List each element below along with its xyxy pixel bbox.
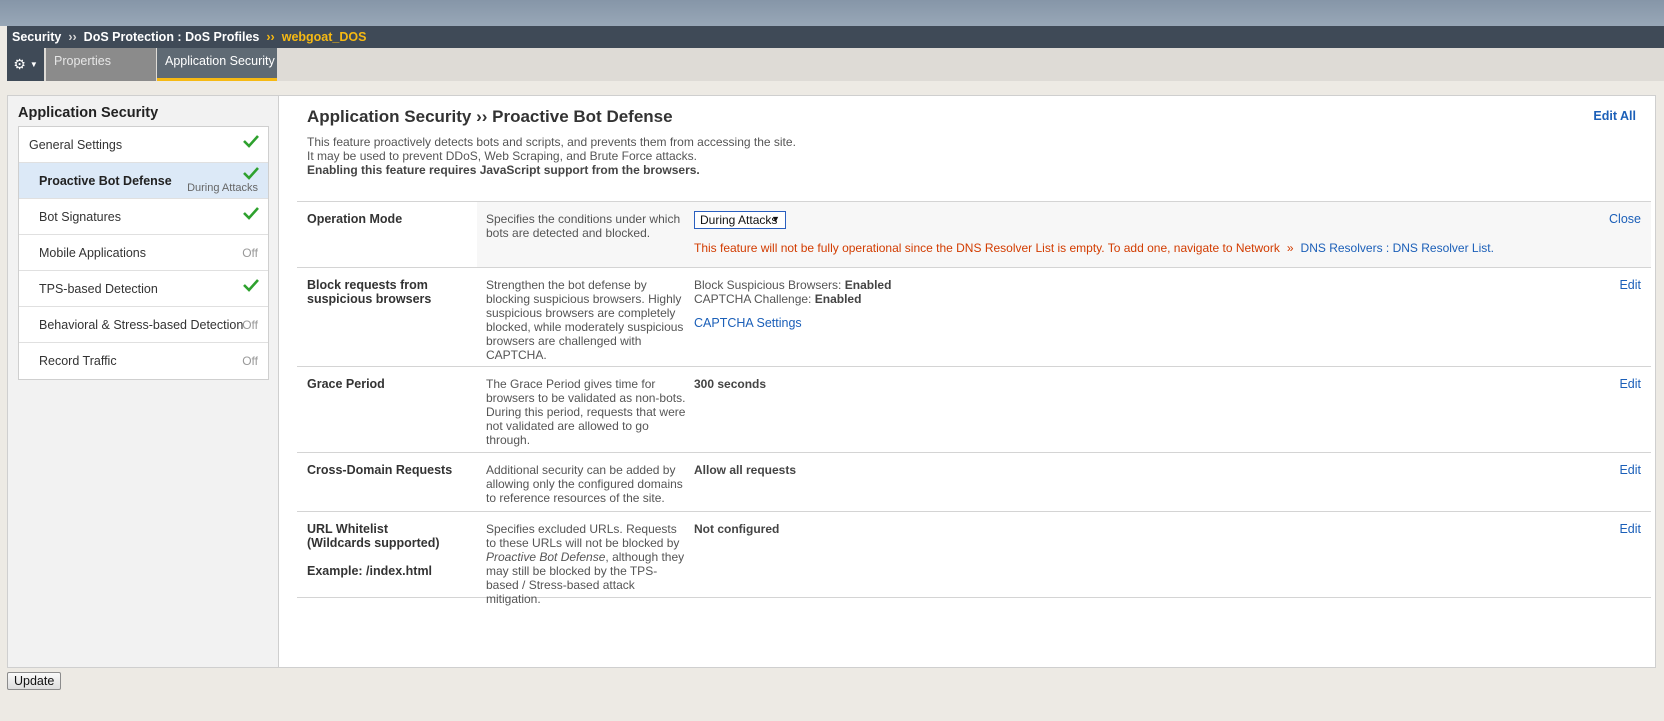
breadcrumb-separator: ›› [266,30,275,44]
select-value: During Attacks [700,213,778,227]
setting-row-cross-domain: Cross-Domain Requests Additional securit… [297,453,1651,512]
setting-name: Operation Mode [307,212,403,226]
sidebar-item-mobile-applications[interactable]: Mobile Applications Off [19,235,268,271]
edit-link[interactable]: Edit [1619,377,1641,391]
edit-link[interactable]: Edit [1619,463,1641,477]
value-text: Not configured [694,522,780,536]
setting-name: URL Whitelist (Wildcards supported) Exam… [307,522,477,578]
setting-row-operation-mode: Operation Mode Specifies the conditions … [297,202,1651,268]
check-icon [243,279,259,292]
setting-help: Specifies excluded URLs. Requests to the… [486,522,685,606]
page-title: Application Security ›› Proactive Bot De… [307,107,673,126]
breadcrumb-current: webgoat_DOS [281,30,367,44]
gear-icon: ⚙ [13,56,26,72]
setting-value: Allow all requests [694,463,796,477]
setting-name-line: URL Whitelist [307,522,389,536]
description-line: This feature proactively detects bots an… [307,135,796,149]
status-off-text: Off [242,246,258,260]
breadcrumb-separator: ›› [68,30,77,44]
setting-row-url-whitelist: URL Whitelist (Wildcards supported) Exam… [297,512,1651,606]
check-icon [243,167,259,180]
update-button[interactable]: Update [7,672,62,690]
warning-separator: » [1286,241,1294,255]
setting-help: Additional security can be added by allo… [486,463,683,505]
setting-help: Specifies the conditions under which bot… [486,212,681,240]
breadcrumb: Security ›› DoS Protection : DoS Profile… [7,26,1664,48]
sidebar: Application Security General Settings Pr… [8,96,279,667]
sidebar-item-label: Proactive Bot Defense [39,174,172,188]
warning-text: This feature will not be fully operation… [694,241,1280,255]
check-icon [243,135,259,148]
main-panel: Application Security General Settings Pr… [7,95,1656,668]
sidebar-item-tps-detection[interactable]: TPS-based Detection [19,271,268,307]
sidebar-title: Application Security [18,105,159,121]
close-link[interactable]: Close [1609,212,1641,226]
breadcrumb-security[interactable]: Security [12,30,61,44]
sidebar-item-label: TPS-based Detection [39,282,158,296]
sidebar-item-proactive-bot-defense[interactable]: Proactive Bot Defense During Attacks [19,163,268,199]
sidebar-item-behavioral-detection[interactable]: Behavioral & Stress-based Detection Off [19,307,268,343]
operation-mode-select[interactable]: During Attacks ▼ [694,211,786,229]
setting-example: Example: /index.html [307,564,433,578]
value-text: Enabled [844,278,892,292]
setting-name: Cross-Domain Requests [307,463,453,477]
settings-table: Operation Mode Specifies the conditions … [297,201,1651,606]
sidebar-item-label: Mobile Applications [39,246,147,260]
caret-down-icon: ▼ [771,214,780,224]
value-text: Allow all requests [694,463,797,477]
sidebar-item-label: Behavioral & Stress-based Detection [39,318,244,332]
description-note: Enabling this feature requires JavaScrip… [307,163,700,177]
sidebar-nav: General Settings Proactive Bot Defense D… [18,126,269,380]
sidebar-item-label: Bot Signatures [39,210,121,224]
value-text: Enabled [814,292,862,306]
value-label: CAPTCHA Challenge: [694,292,812,306]
content-area: Application Security ›› Proactive Bot De… [296,96,1656,667]
setting-row-grace-period: Grace Period The Grace Period gives time… [297,367,1651,453]
dns-resolver-link[interactable]: DNS Resolvers : DNS Resolver List. [1301,241,1494,255]
tab-bar: ⚙ ▼ Properties Application Security [7,48,1664,81]
description-line: It may be used to prevent DDoS, Web Scra… [307,149,697,163]
setting-value: Not configured [694,522,779,536]
edit-link[interactable]: Edit [1619,522,1641,536]
top-header-bar [0,0,1664,26]
edit-link[interactable]: Edit [1619,278,1641,292]
sidebar-item-label: General Settings [29,138,123,152]
sidebar-item-bot-signatures[interactable]: Bot Signatures [19,199,268,235]
status-off-text: Off [242,354,258,368]
captcha-settings-link[interactable]: CAPTCHA Settings [694,316,802,330]
sidebar-item-general-settings[interactable]: General Settings [19,127,268,163]
gear-menu-button[interactable]: ⚙ ▼ [7,48,44,81]
tab-properties[interactable]: Properties [46,48,156,81]
breadcrumb-dos-profiles[interactable]: DoS Protection : DoS Profiles [84,30,260,44]
setting-help: The Grace Period gives time for browsers… [486,377,686,447]
status-off-text: Off [242,318,258,332]
value-label: Block Suspicious Browsers: [694,278,842,292]
setting-row-block-requests: Block requests from suspicious browsers … [297,268,1651,367]
check-icon [243,207,259,220]
setting-value: 300 seconds [694,377,766,391]
page-description: This feature proactively detects bots an… [307,135,796,177]
setting-name: Grace Period [307,377,385,391]
sidebar-item-record-traffic[interactable]: Record Traffic Off [19,343,268,379]
caret-down-icon: ▼ [29,60,38,69]
setting-value: Block Suspicious Browsers: Enabled CAPTC… [694,278,891,306]
sidebar-item-label: Record Traffic [39,354,117,368]
tab-application-security[interactable]: Application Security [157,48,277,81]
sidebar-item-substatus: During Attacks [187,182,258,194]
dns-warning: This feature will not be fully operation… [694,241,1494,255]
setting-name: Block requests from suspicious browsers [307,278,432,306]
setting-help: Strengthen the bot defense by blocking s… [486,278,684,362]
value-text: 300 seconds [694,377,767,391]
edit-all-link[interactable]: Edit All [1593,109,1636,123]
setting-name-line: (Wildcards supported) [307,536,440,550]
